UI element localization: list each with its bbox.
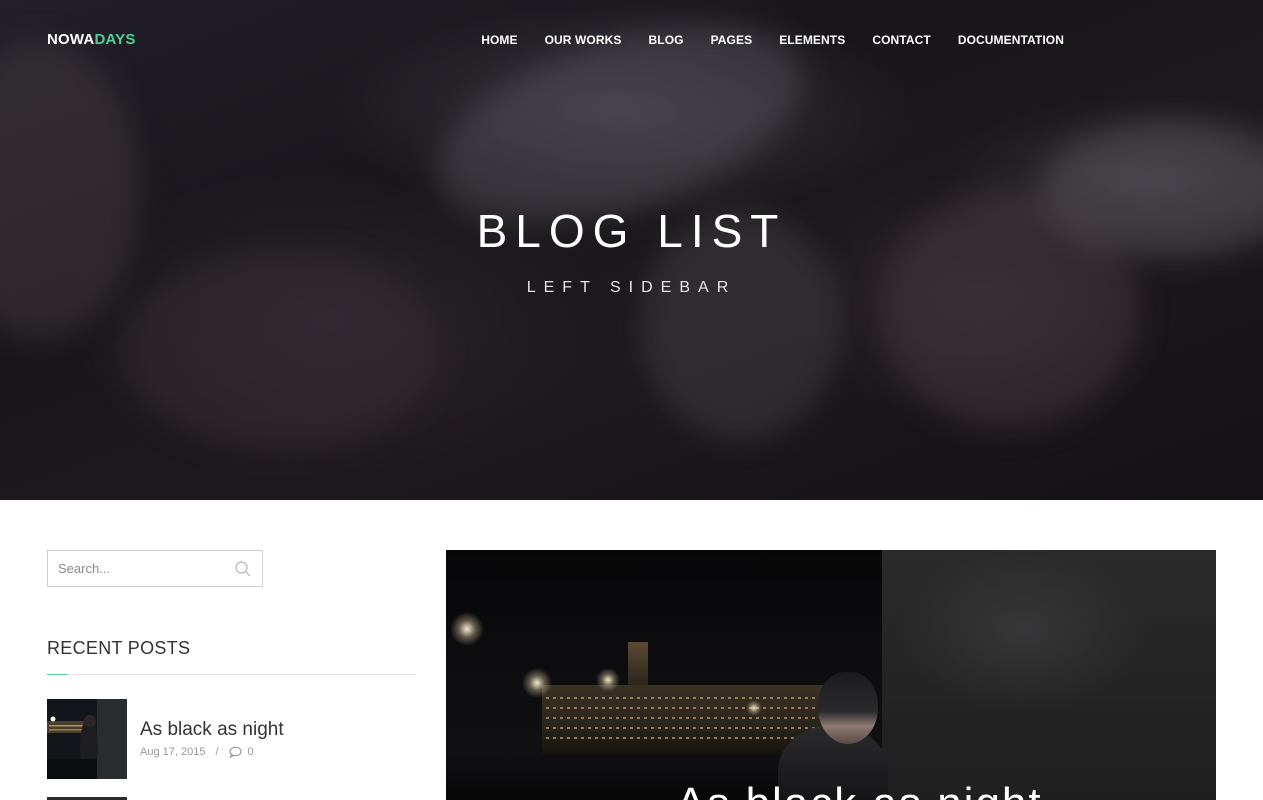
recent-post-date: Aug 17, 2015 <box>140 746 206 758</box>
search-box <box>47 550 263 587</box>
feature-figure-head <box>818 672 878 744</box>
featured-post-title[interactable]: As black as night <box>676 778 1043 800</box>
logo-text-part1: NOWA <box>47 31 95 48</box>
search-icon[interactable] <box>234 560 252 578</box>
meta-separator: / <box>215 746 219 758</box>
nav-our-works[interactable]: OUR WORKS <box>545 32 622 48</box>
nav-pages[interactable]: PAGES <box>711 32 753 48</box>
recent-post-thumbnail[interactable] <box>47 699 127 779</box>
site-logo[interactable]: NOWADAYS <box>47 31 136 49</box>
recent-post-meta: Aug 17, 2015 / 0 <box>140 745 254 759</box>
recent-post-comment-count[interactable]: 0 <box>248 745 254 759</box>
nav-elements[interactable]: ELEMENTS <box>779 32 845 48</box>
nav-blog[interactable]: BLOG <box>649 32 684 48</box>
logo-text-part2: DAYS <box>94 31 136 48</box>
street-light <box>746 700 762 716</box>
feature-dark-wall <box>882 550 1216 800</box>
hero-banner: NOWADAYS HOME OUR WORKS BLOG PAGES ELEME… <box>0 0 1263 500</box>
street-light <box>522 668 552 698</box>
recent-posts-divider <box>47 674 416 675</box>
recent-posts-heading: RECENT POSTS <box>47 638 191 658</box>
thumbnail-image <box>47 699 127 779</box>
recent-posts-divider-accent <box>47 674 67 675</box>
nav-home[interactable]: HOME <box>481 32 517 48</box>
feature-tower <box>628 642 648 687</box>
nav-documentation[interactable]: DOCUMENTATION <box>958 32 1064 48</box>
recent-post-title[interactable]: As black as night <box>140 718 284 742</box>
comment-icon <box>229 746 242 758</box>
main-nav: HOME OUR WORKS BLOG PAGES ELEMENTS CONTA… <box>454 32 1064 48</box>
featured-post-image[interactable]: As black as night <box>446 550 1216 800</box>
page-title: BLOG LIST <box>476 205 787 257</box>
street-light <box>596 668 620 692</box>
street-light <box>450 612 484 646</box>
page-subtitle: LEFT SIDEBAR <box>526 279 737 296</box>
search-input[interactable] <box>48 551 228 586</box>
nav-contact[interactable]: CONTACT <box>872 32 930 48</box>
